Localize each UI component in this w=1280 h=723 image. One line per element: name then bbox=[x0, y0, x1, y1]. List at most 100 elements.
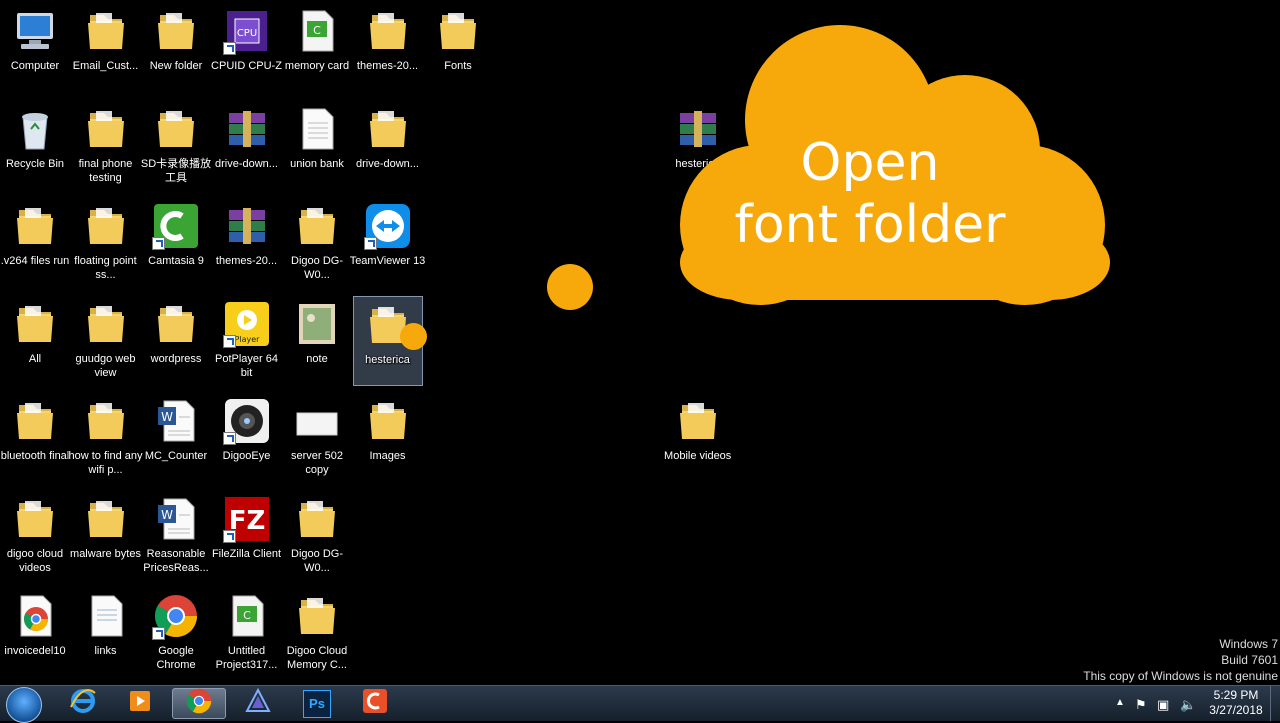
show-desktop-button[interactable] bbox=[1270, 686, 1280, 721]
accent-dot-cursor bbox=[400, 323, 427, 350]
shortcut-arrow-icon bbox=[152, 237, 165, 250]
desktop-icon[interactable]: TeamViewer 13 bbox=[349, 198, 426, 288]
shortcut-arrow-icon bbox=[363, 237, 377, 250]
desktop-icon-label: Recycle Bin bbox=[5, 157, 65, 170]
desktop-icon[interactable]: Camtasia 9 bbox=[141, 198, 211, 288]
desktop-icon[interactable]: bluetooth final bbox=[0, 393, 70, 483]
desktop-icon[interactable]: floating point ss... bbox=[71, 198, 141, 288]
desktop-icon[interactable]: Fonts bbox=[423, 3, 493, 93]
desktop-icon-label: TeamViewer 13 bbox=[349, 255, 426, 267]
shortcut-arrow-icon bbox=[152, 627, 165, 640]
desktop-icon-label: final phone testing bbox=[78, 157, 133, 184]
desktop-icon-label: Images bbox=[369, 450, 406, 462]
camtasia-project-icon: C bbox=[293, 7, 341, 55]
desktop-icon[interactable]: Cmemory card bbox=[282, 3, 352, 93]
accent-dot-large bbox=[547, 264, 593, 310]
taskbar-button-photoshop[interactable]: Ps bbox=[290, 688, 344, 719]
folder-icon bbox=[11, 300, 59, 348]
desktop-icon[interactable]: W Reasonable PricesReas... bbox=[141, 491, 211, 581]
shortcut-arrow-icon bbox=[222, 432, 236, 445]
potplayer-icon: Player bbox=[222, 300, 271, 348]
desktop-icon[interactable]: C Untitled Project317... bbox=[212, 588, 282, 678]
desktop-icon[interactable]: W MC_Counter bbox=[141, 393, 211, 483]
desktop-icon[interactable]: Digoo DG-W0... bbox=[282, 198, 352, 288]
desktop-icon[interactable]: DigooEye bbox=[212, 393, 282, 483]
desktop-icon[interactable]: digoo cloud videos bbox=[0, 491, 70, 581]
desktop-icon[interactable]: server 502 copy bbox=[282, 393, 352, 483]
taskbar-button-app[interactable] bbox=[231, 687, 285, 719]
network-icon[interactable]: ▣ bbox=[1157, 697, 1169, 713]
taskbar-button-media-player[interactable] bbox=[113, 688, 167, 719]
desktop-icon[interactable]: final phone testing bbox=[71, 101, 141, 191]
action-center-icon[interactable]: ⚑ bbox=[1135, 697, 1147, 713]
camtasia-icon bbox=[152, 202, 200, 250]
volume-icon[interactable]: 🔈 bbox=[1180, 697, 1196, 713]
desktop-icon-label: Computer bbox=[10, 60, 60, 72]
desktop-icon-label: Google Chrome bbox=[156, 645, 196, 671]
desktop-icon[interactable]: Digoo DG-W0... bbox=[282, 491, 352, 581]
desktop-icon[interactable]: themes-20... bbox=[212, 198, 282, 288]
desktop-icon[interactable]: Mobile videos bbox=[663, 393, 733, 483]
desktop-icon[interactable]: All bbox=[0, 296, 70, 386]
start-button[interactable] bbox=[6, 687, 42, 723]
desktop-icon-label: CPUID CPU-Z bbox=[211, 60, 282, 72]
desktop-icon[interactable]: drive-down... bbox=[212, 101, 282, 191]
desktop-icon-label: note bbox=[306, 352, 328, 365]
desktop-icon-label: FileZilla Client bbox=[211, 547, 282, 560]
watermark-line1: Windows 7 bbox=[1219, 637, 1278, 651]
desktop-icon[interactable]: union bank bbox=[282, 101, 352, 191]
taskbar-button-internet-explorer[interactable] bbox=[56, 688, 110, 719]
desktop-icon[interactable]: wordpress bbox=[141, 296, 211, 386]
folder-icon bbox=[434, 7, 482, 55]
desktop-icon-label: Untitled Project317... bbox=[215, 645, 278, 671]
document-icon bbox=[293, 105, 341, 153]
watermark-line2: Build 7601 bbox=[1221, 653, 1278, 667]
desktop-icon-label: digoo cloud videos bbox=[6, 547, 64, 574]
desktop-icon-label: malware bytes bbox=[70, 547, 141, 560]
desktop-icon[interactable]: how to find any wifi p... bbox=[69, 393, 143, 483]
desktop-icon[interactable]: drive-down... bbox=[353, 101, 423, 191]
media-player-icon bbox=[127, 688, 153, 719]
svg-text:W: W bbox=[161, 508, 173, 522]
desktop-icon[interactable]: themes-20... bbox=[353, 3, 423, 93]
desktop-icon[interactable]: Google Chrome bbox=[141, 588, 211, 678]
desktop-icon-label: Fonts bbox=[444, 60, 472, 72]
desktop-icon-label: Reasonable PricesReas... bbox=[143, 547, 209, 574]
cloud-text: Open font folder bbox=[690, 132, 1050, 256]
teamviewer-icon bbox=[363, 202, 412, 250]
recycle-bin-icon bbox=[11, 105, 59, 153]
desktop-icon[interactable]: invoicedel10 bbox=[0, 588, 70, 678]
desktop-icon[interactable]: Computer bbox=[0, 3, 70, 93]
tray-clock[interactable]: 5:29 PM 3/27/2018 bbox=[1208, 688, 1264, 718]
taskbar-button-chrome[interactable] bbox=[172, 688, 226, 719]
desktop-icon[interactable]: Email_Cust... bbox=[71, 3, 141, 93]
shortcut-arrow-icon bbox=[222, 529, 236, 543]
desktop-icon[interactable]: note bbox=[282, 296, 352, 386]
desktop-icon-label: memory card bbox=[284, 60, 350, 72]
desktop-icon-label: drive-down... bbox=[215, 157, 278, 170]
desktop-icon[interactable]: FZ FileZilla Client bbox=[212, 491, 282, 581]
desktop-icon[interactable]: Images bbox=[353, 393, 423, 483]
desktop-icon-label: themes-20... bbox=[215, 255, 278, 267]
desktop-icon-label: server 502 copy bbox=[291, 450, 343, 476]
desktop-icon[interactable]: Digoo Cloud Memory C... bbox=[282, 588, 352, 678]
word-document-icon: W bbox=[152, 397, 200, 445]
desktop-icon[interactable]: Recycle Bin bbox=[0, 101, 70, 191]
desktop-icon[interactable]: malware bytes bbox=[70, 491, 141, 581]
digooeye-icon bbox=[222, 397, 271, 445]
desktop-icon[interactable]: SD卡录像播放工具 bbox=[141, 101, 211, 191]
desktop-icon[interactable]: .v264 files run bbox=[0, 198, 70, 288]
taskbar-button-camtasia[interactable] bbox=[348, 688, 402, 719]
desktop-icon-label: New folder bbox=[149, 60, 203, 72]
desktop-icon-label: guudgo web view bbox=[75, 352, 136, 379]
desktop-icon[interactable]: links bbox=[71, 588, 141, 678]
blank-file-icon bbox=[293, 397, 341, 445]
desktop-icon[interactable]: New folder bbox=[141, 3, 211, 93]
image-file-icon bbox=[293, 300, 341, 348]
desktop-icon[interactable]: CPU CPUID CPU-Z bbox=[211, 3, 282, 93]
desktop-icon[interactable]: guudgo web view bbox=[71, 296, 141, 386]
folder-icon bbox=[152, 7, 200, 55]
desktop-icon[interactable]: Player PotPlayer 64 bit bbox=[212, 296, 282, 386]
desktop-icon-label: Mobile videos bbox=[664, 450, 732, 462]
tray-up-arrow-icon[interactable]: ▲ bbox=[1115, 697, 1125, 708]
